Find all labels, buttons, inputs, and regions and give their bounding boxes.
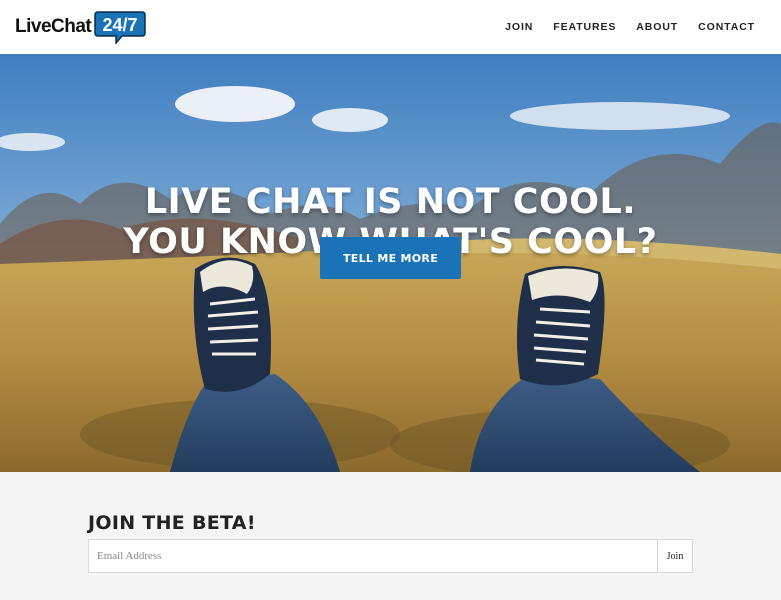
logo-text: LiveChat — [15, 16, 92, 37]
beta-signup-form: Join — [88, 539, 693, 573]
top-navbar: LiveChat 24/7 JOIN FEATURES ABOUT CONTAC… — [0, 0, 781, 54]
nav-about-link[interactable]: ABOUT — [636, 20, 678, 34]
nav-contact-link[interactable]: CONTACT — [698, 20, 755, 34]
beta-section — [0, 472, 781, 600]
nav-features-link[interactable]: FEATURES — [553, 20, 616, 34]
main-nav: JOIN FEATURES ABOUT CONTACT — [485, 20, 755, 34]
hero-headline-line1: LIVE CHAT IS NOT COOL. — [144, 182, 637, 222]
logo-badge-text: 24/7 — [103, 15, 138, 35]
nav-join-link[interactable]: JOIN — [505, 20, 533, 34]
logo-badge-icon: 24/7 — [94, 10, 146, 44]
tell-me-more-button[interactable]: TELL ME MORE — [320, 237, 461, 279]
join-button[interactable]: Join — [657, 540, 692, 572]
beta-title: JOIN THE BETA! — [88, 512, 256, 534]
email-input[interactable] — [89, 540, 657, 572]
logo[interactable]: LiveChat 24/7 — [15, 10, 146, 44]
